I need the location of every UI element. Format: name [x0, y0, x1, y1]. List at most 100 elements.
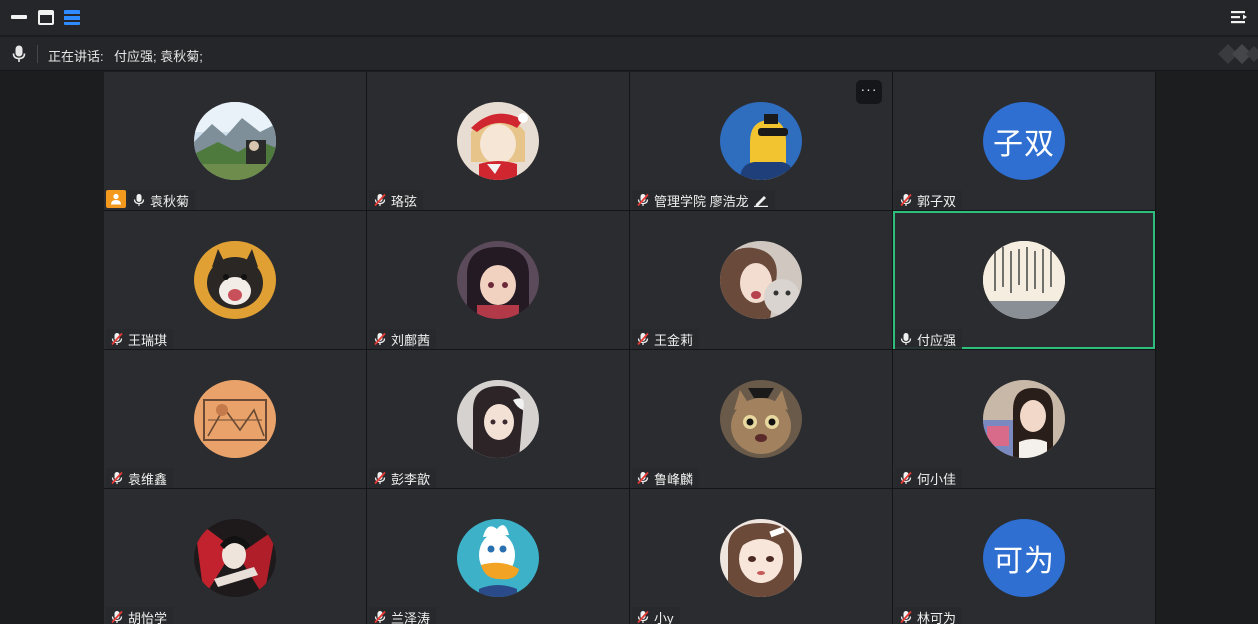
avatar: [194, 380, 276, 458]
window-icon: [38, 9, 54, 25]
microphone-muted-icon: [637, 193, 649, 207]
maximize-button[interactable]: [35, 6, 57, 28]
microphone-muted-icon: [637, 471, 649, 485]
participant-name: 管理学院 廖浩龙: [654, 193, 749, 209]
layout-button[interactable]: [61, 6, 83, 28]
participant-name: 珞弦: [391, 193, 418, 209]
participant-label: 兰泽涛: [369, 607, 437, 624]
participant-tile[interactable]: 袁秋菊: [104, 72, 366, 210]
participant-tile[interactable]: 可为 林可为: [893, 489, 1155, 624]
divider: [37, 45, 38, 63]
avatar: [720, 241, 802, 319]
participant-name: 王瑞琪: [128, 332, 168, 348]
microphone-muted-icon: [111, 471, 123, 485]
participant-name: 刘鄜茜: [391, 332, 431, 348]
participant-tile[interactable]: 王金莉: [630, 211, 892, 349]
participant-label: 胡怡学: [106, 607, 174, 624]
microphone-muted-icon: [637, 332, 649, 346]
participant-tile[interactable]: 刘鄜茜: [367, 211, 629, 349]
participant-name: 王金莉: [654, 332, 694, 348]
participant-name: 付应强: [917, 332, 957, 348]
participant-label: 袁秋菊: [128, 190, 196, 210]
participant-label: 郭子双: [895, 190, 963, 210]
participant-name: 小y: [654, 610, 674, 624]
avatar: [720, 380, 802, 458]
minimize-icon: [11, 15, 27, 19]
avatar: [457, 102, 539, 180]
participant-label: 王瑞琪: [106, 329, 174, 349]
avatar: [457, 380, 539, 458]
avatar: [457, 519, 539, 597]
avatar: [194, 519, 276, 597]
minimize-button[interactable]: [8, 6, 30, 28]
layout-list-icon: [64, 9, 80, 25]
user-icon: [111, 193, 121, 205]
participant-name: 林可为: [917, 610, 957, 624]
participant-tile[interactable]: 兰泽涛: [367, 489, 629, 624]
participant-tile[interactable]: 何小佳: [893, 350, 1155, 488]
annotation-pen-icon: [753, 196, 768, 207]
participant-name: 袁秋菊: [150, 193, 190, 209]
avatar: [983, 241, 1065, 319]
microphone-muted-icon: [374, 332, 386, 346]
microphone-muted-icon: [111, 332, 123, 346]
participant-name: 鲁峰麟: [654, 471, 694, 487]
microphone-muted-icon: [374, 610, 386, 624]
avatar: [457, 241, 539, 319]
participant-tile[interactable]: 小y: [630, 489, 892, 624]
participant-name: 兰泽涛: [391, 610, 431, 624]
participant-name: 郭子双: [917, 193, 957, 209]
participant-label: 付应强: [895, 329, 963, 349]
microphone-muted-icon: [900, 471, 912, 485]
speaking-bar: 正在讲话: 付应强; 袁秋菊;: [0, 37, 1258, 71]
participant-label: 何小佳: [895, 468, 963, 488]
participant-label: 鲁峰麟: [632, 468, 700, 488]
participant-label: 小y: [632, 607, 680, 624]
avatar: 子双: [983, 102, 1065, 180]
participant-tile[interactable]: 胡怡学: [104, 489, 366, 624]
microphone-muted-icon: [374, 193, 386, 207]
participant-label: 袁维鑫: [106, 468, 174, 488]
microphone-muted-icon: [374, 471, 386, 485]
speaking-names: 付应强; 袁秋菊;: [114, 49, 203, 64]
participant-name: 何小佳: [917, 471, 957, 487]
participant-tile[interactable]: 袁维鑫: [104, 350, 366, 488]
participant-label: 刘鄜茜: [369, 329, 437, 349]
avatar: [194, 241, 276, 319]
participant-tile[interactable]: 珞弦: [367, 72, 629, 210]
microphone-muted-icon: [900, 610, 912, 624]
menu-collapse-icon: [1231, 11, 1247, 24]
participant-grid: 袁秋菊 珞弦 ··· 管理学院 廖浩龙 子双 郭子双 王瑞琪 刘鄜茜 王金莉 付…: [104, 72, 1156, 624]
avatar: [194, 102, 276, 180]
participant-label: 彭李歆: [369, 468, 437, 488]
participant-tile[interactable]: 王瑞琪: [104, 211, 366, 349]
avatar: 可为: [983, 519, 1065, 597]
title-bar: [0, 0, 1258, 36]
participant-tile[interactable]: 子双 郭子双: [893, 72, 1155, 210]
participant-tile[interactable]: 鲁峰麟: [630, 350, 892, 488]
participant-tile[interactable]: 彭李歆: [367, 350, 629, 488]
microphone-muted-icon: [111, 610, 123, 624]
microphone-icon: [133, 194, 145, 206]
member-list-button[interactable]: [1228, 6, 1250, 28]
participant-label: 珞弦: [369, 190, 424, 210]
speaking-label: 正在讲话:: [48, 49, 104, 64]
participant-tile[interactable]: ··· 管理学院 廖浩龙: [630, 72, 892, 210]
microphone-icon: [12, 45, 26, 62]
microphone-icon: [900, 333, 912, 345]
more-options-button[interactable]: ···: [856, 80, 882, 104]
avatar: [720, 519, 802, 597]
microphone-muted-icon: [637, 610, 649, 624]
host-badge: [106, 190, 126, 208]
avatar: [983, 380, 1065, 458]
watermark-logo-icon: [1218, 44, 1258, 64]
video-stage: 袁秋菊 珞弦 ··· 管理学院 廖浩龙 子双 郭子双 王瑞琪 刘鄜茜 王金莉 付…: [0, 72, 1258, 624]
participant-name: 彭李歆: [391, 471, 431, 487]
participant-name: 胡怡学: [128, 610, 168, 624]
participant-name: 袁维鑫: [128, 471, 168, 487]
participant-tile[interactable]: 付应强: [893, 211, 1155, 349]
avatar: [720, 102, 802, 180]
participant-label: 王金莉: [632, 329, 700, 349]
participant-label: 管理学院 廖浩龙: [632, 190, 775, 210]
microphone-muted-icon: [900, 193, 912, 207]
